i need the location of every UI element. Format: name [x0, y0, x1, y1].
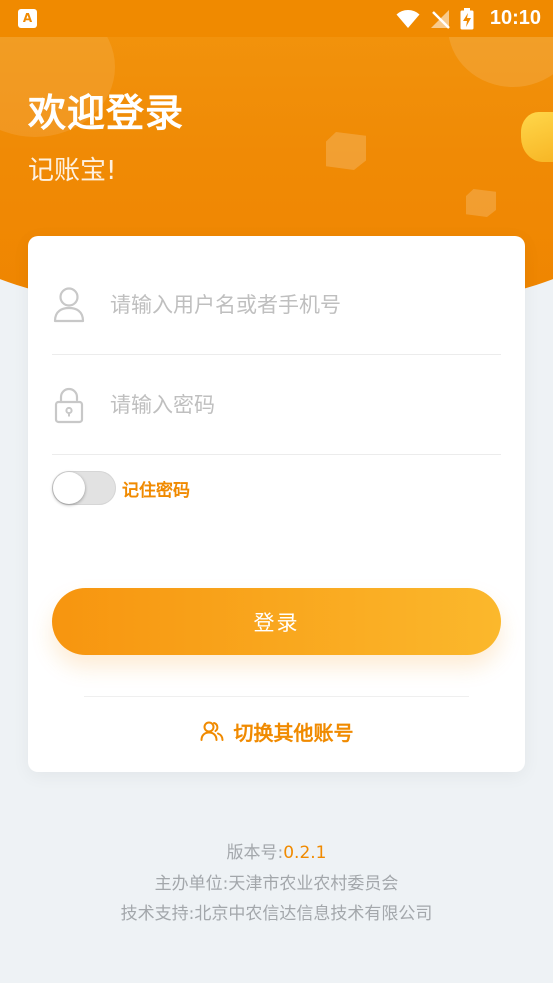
- username-field-row: [52, 256, 501, 355]
- switch-account-button[interactable]: 切换其他账号: [28, 714, 525, 748]
- switch-account-label: 切换其他账号: [233, 720, 354, 745]
- lock-icon: [54, 387, 84, 423]
- page-subtitle: 记账宝!: [28, 156, 117, 186]
- remember-password-toggle[interactable]: [52, 471, 116, 505]
- app-a-icon: A: [18, 9, 37, 28]
- footer: 版本号:0.2.1 主办单位:天津市农业农村委员会 技术支持:北京中农信达信息技…: [0, 838, 553, 930]
- organizer-text: 主办单位:天津市农业农村委员会: [154, 873, 399, 894]
- user-icon: [53, 287, 85, 323]
- switch-users-icon: [200, 721, 223, 741]
- remember-password-row: 记住密码: [52, 470, 190, 506]
- status-icons: 10:10: [396, 0, 541, 37]
- version-label: 版本号:: [226, 843, 284, 863]
- username-input[interactable]: [110, 285, 490, 325]
- wifi-icon: [396, 9, 420, 28]
- password-input[interactable]: [110, 384, 490, 425]
- battery-charging-icon: [460, 7, 474, 29]
- login-card: 记住密码 登录 切换其他账号: [28, 236, 525, 772]
- password-field-row: [52, 355, 501, 455]
- version-line: 版本号:0.2.1: [0, 838, 553, 869]
- no-signal-icon: [430, 9, 450, 29]
- decor-cube: [326, 132, 366, 170]
- toggle-knob: [53, 472, 85, 504]
- login-button[interactable]: 登录: [52, 588, 501, 655]
- status-time: 10:10: [489, 7, 541, 29]
- divider: [84, 696, 469, 697]
- page-title: 欢迎登录: [28, 91, 185, 135]
- decor-cube: [466, 189, 496, 217]
- status-bar: A 10:10: [0, 0, 553, 37]
- version-value: 0.2.1: [283, 843, 327, 863]
- tech-support-text: 技术支持:北京中农信达信息技术有限公司: [120, 904, 433, 924]
- remember-password-label[interactable]: 记住密码: [122, 476, 190, 501]
